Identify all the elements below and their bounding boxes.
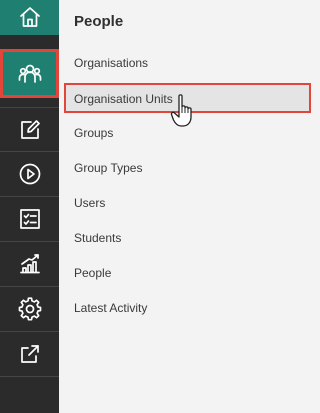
home-button[interactable] xyxy=(0,0,59,35)
play-icon xyxy=(19,163,40,185)
sidebar-rail xyxy=(0,0,59,413)
export-icon xyxy=(20,345,39,363)
play-button[interactable] xyxy=(0,152,59,197)
edit-button[interactable] xyxy=(0,107,59,152)
hand-cursor-icon xyxy=(170,94,192,127)
menu-item-people[interactable]: People xyxy=(74,266,111,280)
menu-item-students[interactable]: Students xyxy=(74,231,121,245)
menu-item-latest-activity[interactable]: Latest Activity xyxy=(74,301,147,315)
people-panel: People Organisations Organisation Units … xyxy=(59,0,317,413)
chart-button[interactable] xyxy=(0,242,59,287)
menu-item-users[interactable]: Users xyxy=(74,196,105,210)
settings-button[interactable] xyxy=(0,287,59,332)
edit-icon xyxy=(20,119,40,139)
menu-item-organisations[interactable]: Organisations xyxy=(74,56,148,70)
menu-item-group-types[interactable]: Group Types xyxy=(74,161,142,175)
gear-icon xyxy=(18,297,41,321)
people-button[interactable] xyxy=(0,49,59,98)
export-button[interactable] xyxy=(0,332,59,377)
chart-icon xyxy=(19,254,40,274)
checklist-icon xyxy=(19,209,40,229)
menu-item-organisation-units[interactable]: Organisation Units xyxy=(74,92,173,106)
home-icon xyxy=(19,7,40,27)
people-icon xyxy=(18,64,41,83)
menu-item-groups[interactable]: Groups xyxy=(74,126,113,140)
checklist-button[interactable] xyxy=(0,197,59,242)
panel-title: People xyxy=(74,13,124,30)
